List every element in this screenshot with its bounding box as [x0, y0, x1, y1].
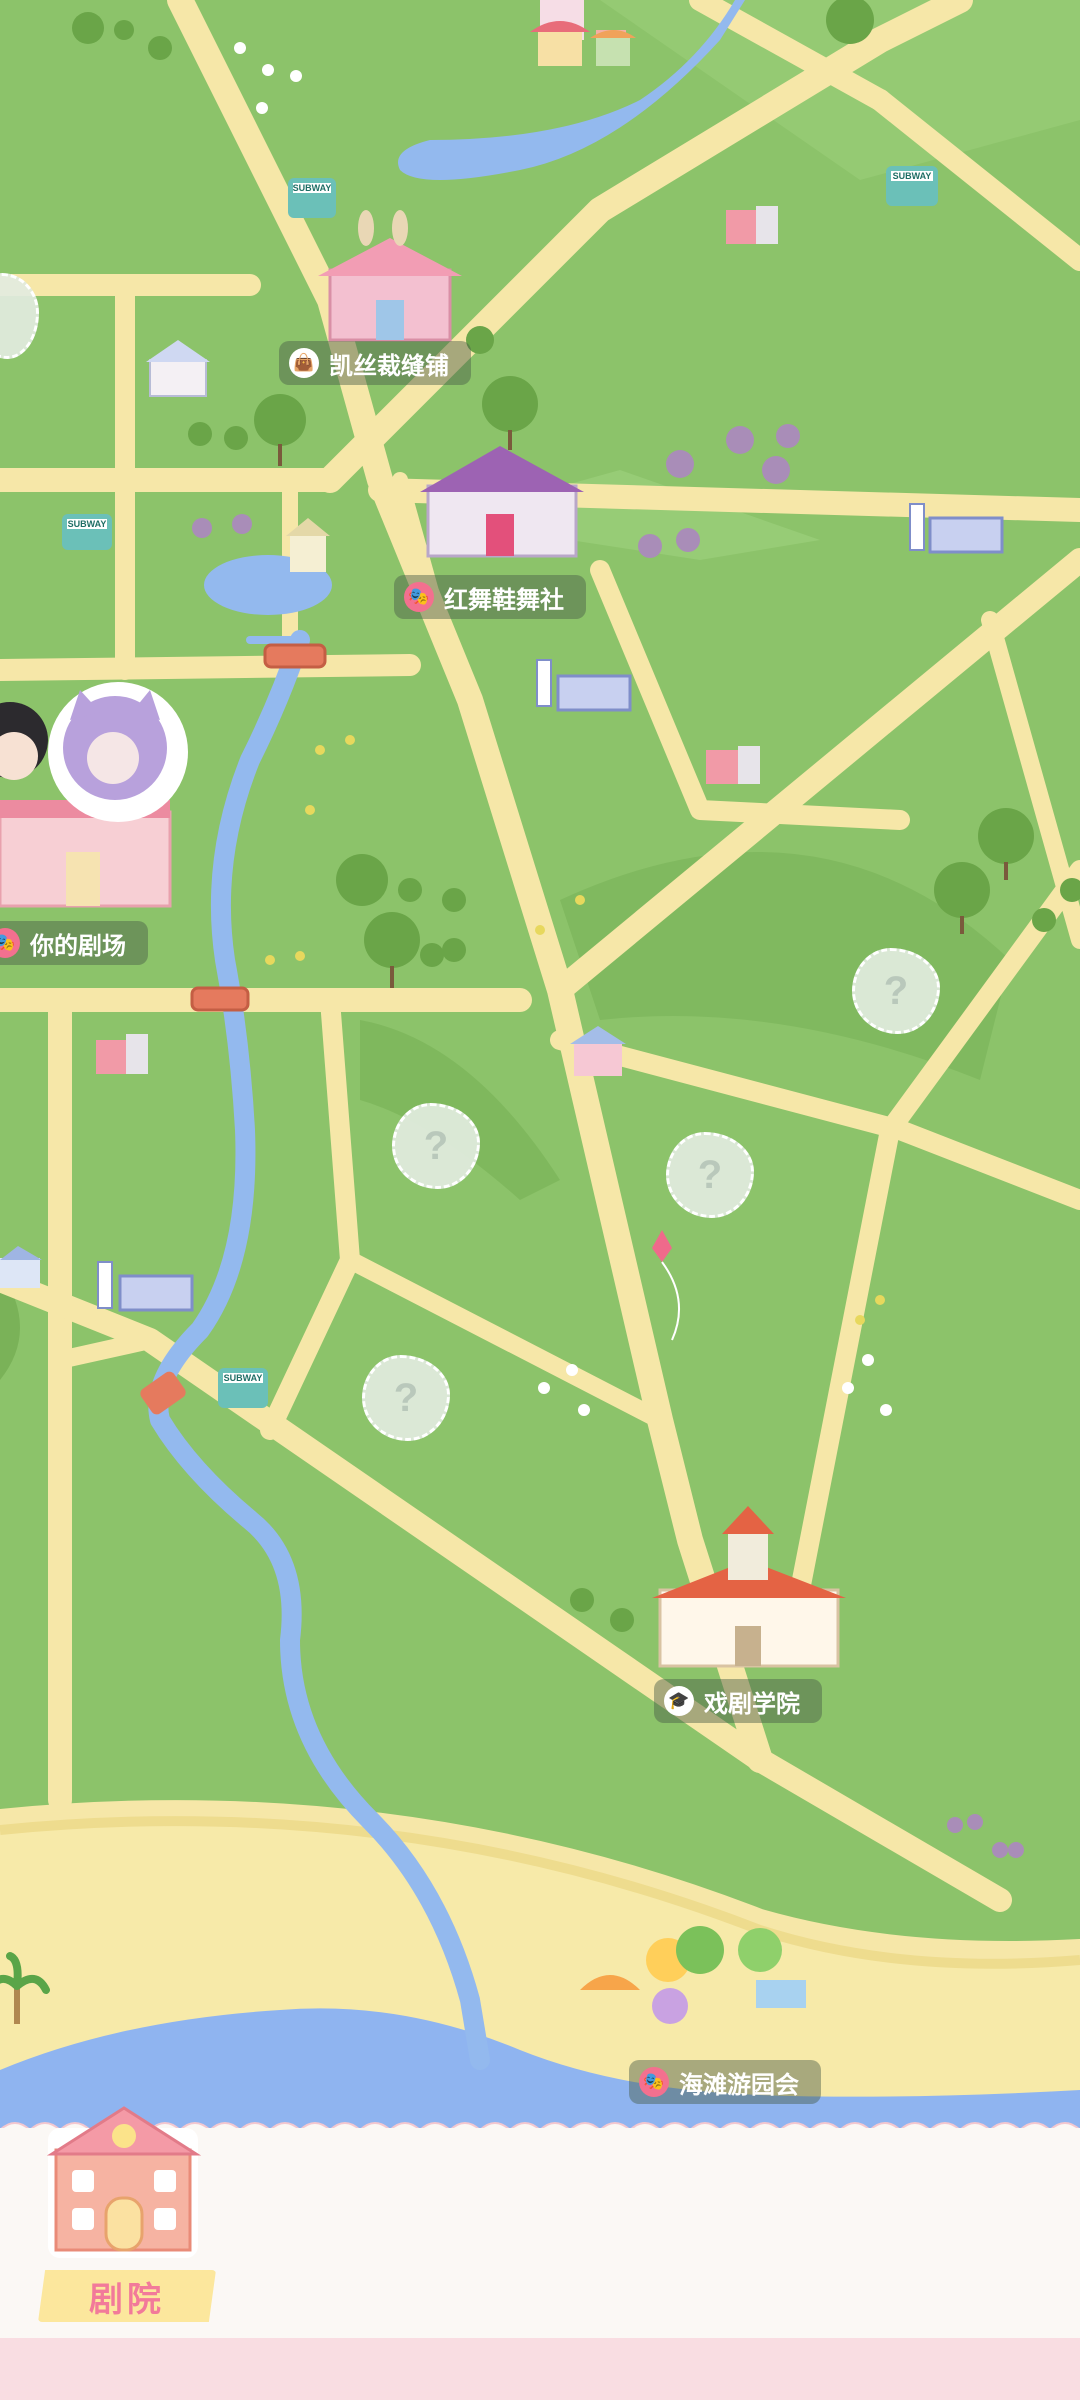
location-name: 海滩游园会 — [679, 2071, 799, 2099]
locked-location-2[interactable]: ? — [392, 1103, 480, 1189]
question-mark-icon: ? — [883, 968, 909, 1013]
locked-location-3[interactable]: ? — [666, 1132, 754, 1218]
theater-button-label[interactable]: 剧院 — [38, 2270, 216, 2322]
locked-location-1[interactable]: ? — [852, 948, 940, 1034]
theater-mask-icon: 🎭 — [0, 928, 20, 958]
subway-sign-text: SUBWAY — [293, 183, 332, 193]
graduation-cap-icon: 🎓 — [664, 1686, 694, 1716]
question-mark-icon: ? — [423, 1123, 449, 1168]
subway-sign-text: SUBWAY — [68, 519, 107, 529]
question-mark-icon: ? — [393, 1375, 419, 1420]
location-label-kaisi-tailor[interactable]: 👜 凯丝裁缝铺 — [279, 341, 471, 385]
location-label-beach-fair[interactable]: 🎭 海滩游园会 — [629, 2060, 821, 2104]
question-mark-icon: ? — [697, 1152, 723, 1197]
location-label-your-theater[interactable]: 🎭 你的剧场 — [0, 921, 148, 965]
location-name: 凯丝裁缝铺 — [329, 352, 449, 380]
location-name: 戏剧学院 — [704, 1690, 800, 1718]
location-name: 红舞鞋舞社 — [444, 586, 564, 614]
location-label-red-shoes-dance[interactable]: 🎭 红舞鞋舞社 — [394, 575, 586, 619]
bottom-strip — [0, 2338, 1080, 2400]
theater-mask-icon: 🎭 — [639, 2067, 669, 2097]
location-name: 你的剧场 — [30, 932, 126, 960]
town-map[interactable]: SUBWAY SUBWAY SUBWAY SUBWAY — [0, 0, 1080, 2400]
locked-location-4[interactable]: ? — [362, 1355, 450, 1441]
map-screen: SUBWAY SUBWAY SUBWAY SUBWAY 👜 凯丝裁缝铺 🎭 红舞… — [0, 0, 1080, 2400]
subway-sign-text: SUBWAY — [224, 1373, 263, 1383]
location-label-drama-academy[interactable]: 🎓 戏剧学院 — [654, 1679, 822, 1723]
theater-mask-icon: 🎭 — [404, 582, 434, 612]
subway-sign-text: SUBWAY — [893, 171, 932, 181]
handbag-icon: 👜 — [289, 348, 319, 378]
